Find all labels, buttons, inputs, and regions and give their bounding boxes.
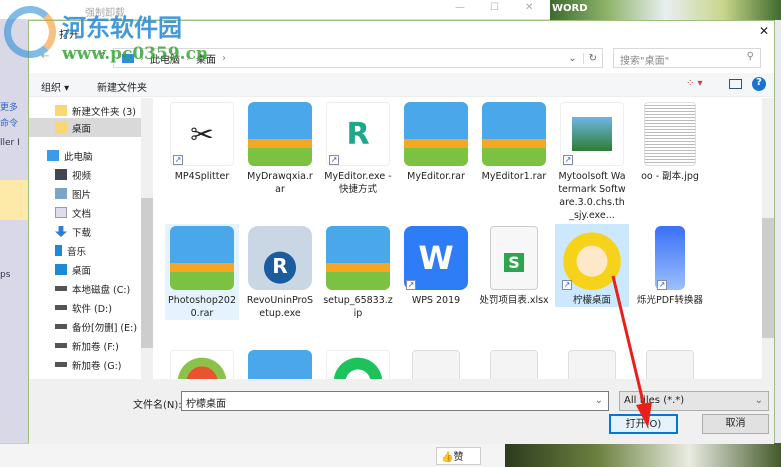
watermark-url: www.pc0359.cn <box>62 44 209 64</box>
watermark-brand: 河东软件园 <box>62 13 182 42</box>
watermark-logo-icon <box>4 6 56 58</box>
red-arrow-annotation <box>611 275 652 428</box>
